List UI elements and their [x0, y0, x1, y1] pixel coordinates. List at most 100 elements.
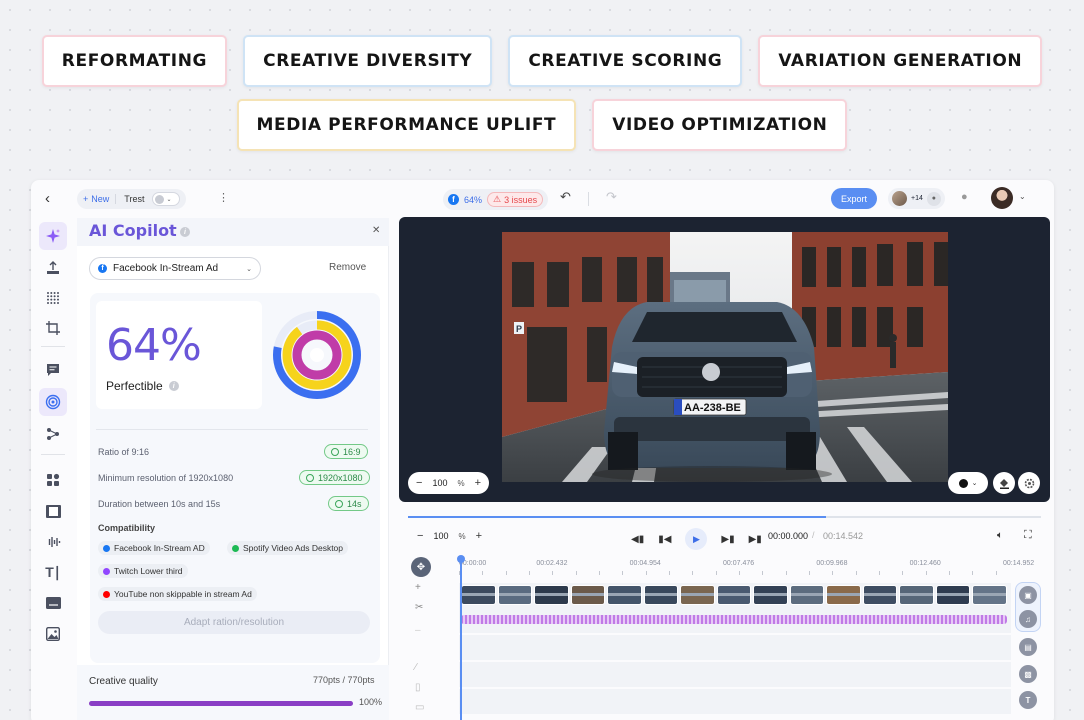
- move-icon[interactable]: ✥: [411, 557, 431, 577]
- issues-badge[interactable]: ⚠ 3 issues: [487, 192, 544, 207]
- music-lane-icon[interactable]: ♫: [1019, 610, 1037, 628]
- video-clip[interactable]: [716, 585, 752, 605]
- facebook-icon: [103, 544, 110, 552]
- text-track: [459, 689, 1011, 714]
- fullscreen-icon[interactable]: ⛶: [1024, 529, 1032, 542]
- quality-progress-fill: [89, 701, 353, 706]
- video-clip[interactable]: [607, 585, 642, 605]
- crop-icon[interactable]: [39, 314, 67, 342]
- add-icon[interactable]: +: [415, 582, 421, 593]
- user-avatar[interactable]: [991, 187, 1013, 209]
- adapt-resolution-button[interactable]: Adapt ration/resolution: [98, 611, 370, 634]
- check-circle-icon: [335, 499, 343, 508]
- video-clip[interactable]: [534, 585, 569, 605]
- info-icon[interactable]: i: [180, 227, 190, 237]
- video-clip[interactable]: [461, 585, 496, 605]
- more-menu-icon[interactable]: ⋮: [218, 191, 229, 204]
- remove-button[interactable]: Remove: [329, 262, 366, 273]
- video-clips[interactable]: [461, 585, 1007, 605]
- zoom-in-icon[interactable]: +: [476, 530, 482, 542]
- zoom-out-icon[interactable]: −: [417, 530, 423, 542]
- new-button[interactable]: + New: [83, 194, 117, 204]
- timeline-zoom-value[interactable]: 100: [433, 531, 448, 541]
- preview-zoom-unit: %: [457, 478, 465, 488]
- step-forward-icon[interactable]: ▶▮: [721, 534, 734, 545]
- video-clip[interactable]: [826, 585, 861, 605]
- video-clip[interactable]: [862, 585, 898, 605]
- playback-progress-bar[interactable]: [408, 516, 1041, 518]
- volume-icon[interactable]: 🔈︎: [997, 530, 1003, 541]
- video-clip[interactable]: [899, 585, 934, 605]
- audio-wave-icon[interactable]: [39, 528, 67, 556]
- video-clip[interactable]: [972, 585, 1007, 605]
- upload-icon[interactable]: [39, 254, 67, 282]
- split-icon[interactable]: –: [415, 625, 421, 636]
- format-select[interactable]: f Facebook In-Stream Ad ⌄: [89, 257, 261, 280]
- info-icon[interactable]: i: [168, 381, 179, 391]
- playhead-handle[interactable]: [457, 555, 465, 563]
- top-bar: ‹ + New Trest ⌄ ⋮ f 64% ⚠ 3 issues ↶ ↷ Exp…: [31, 180, 1054, 218]
- video-lane-icon[interactable]: ▣: [1019, 586, 1037, 604]
- grid-dots-icon[interactable]: [39, 284, 67, 312]
- video-clip[interactable]: [680, 585, 715, 605]
- magnet-icon[interactable]: ∕: [415, 662, 417, 673]
- lightbulb-icon[interactable]: ●: [961, 191, 968, 203]
- document-toggle[interactable]: ⌄: [152, 192, 181, 206]
- preview-zoom-value[interactable]: 100: [432, 478, 447, 488]
- background-color-picker[interactable]: ⌄: [948, 472, 988, 494]
- play-button[interactable]: ▶: [685, 528, 708, 550]
- video-clip[interactable]: [753, 585, 788, 605]
- score-status-pill[interactable]: f 64% ⚠ 3 issues: [443, 189, 549, 210]
- video-clip[interactable]: [643, 585, 679, 605]
- ruler-tick: [692, 571, 694, 575]
- subtitle-icon[interactable]: [39, 589, 67, 617]
- timeline-ruler[interactable]: 00:00:00 00:02.432 00:04.954 00:07.476 00:09…: [459, 560, 1039, 576]
- skip-end-icon[interactable]: ▶▮: [749, 534, 762, 545]
- sparkle-icon[interactable]: [39, 222, 67, 250]
- panel-header: AI Copilot i ✕: [77, 218, 389, 246]
- undo-icon[interactable]: ↶: [560, 189, 571, 205]
- image-icon[interactable]: [39, 620, 67, 648]
- film-icon[interactable]: [39, 497, 67, 525]
- paint-bucket-icon[interactable]: [993, 472, 1015, 494]
- video-clip[interactable]: [935, 585, 971, 605]
- playhead[interactable]: [460, 558, 462, 720]
- trash-icon[interactable]: ▭: [415, 702, 424, 713]
- twitch-icon: [103, 567, 110, 575]
- zoom-in-icon[interactable]: +: [475, 477, 481, 489]
- video-clip[interactable]: [570, 585, 606, 605]
- document-name[interactable]: Trest: [120, 194, 148, 204]
- text-lane-icon[interactable]: T: [1019, 691, 1037, 709]
- text-icon[interactable]: T∣: [39, 558, 67, 586]
- duplicate-icon[interactable]: ▯: [415, 682, 421, 693]
- time-current: 00:00.000: [768, 531, 809, 541]
- video-clip[interactable]: [789, 585, 825, 605]
- shapes-icon[interactable]: [39, 466, 67, 494]
- zoom-out-icon[interactable]: −: [416, 477, 422, 489]
- chevron-down-icon[interactable]: ⌄: [1019, 192, 1026, 201]
- audio-waveform[interactable]: [461, 615, 1007, 624]
- ruler-tick: [902, 571, 904, 575]
- target-icon[interactable]: [39, 388, 67, 416]
- video-clip[interactable]: [497, 585, 533, 605]
- redo-icon[interactable]: ↷: [606, 189, 617, 205]
- chip-variation-generation: VARIATION GENERATION: [758, 35, 1043, 87]
- lock-icon[interactable]: ●: [926, 191, 941, 206]
- scissors-icon[interactable]: ✂: [415, 602, 423, 613]
- image-lane-icon[interactable]: ▩: [1019, 665, 1037, 683]
- step-back-icon[interactable]: ▮◀: [658, 534, 671, 545]
- ruler-tick: [762, 571, 764, 575]
- svg-text:AA-238-BE: AA-238-BE: [684, 402, 741, 414]
- ruler-label: 00:07.476: [723, 560, 755, 567]
- preview-frame[interactable]: P AA-238-BE: [502, 232, 948, 482]
- settings-gear-icon[interactable]: [1018, 472, 1040, 494]
- close-icon[interactable]: ✕: [372, 225, 380, 236]
- export-button[interactable]: Export: [831, 188, 877, 209]
- nodes-icon[interactable]: [39, 420, 67, 448]
- comment-icon[interactable]: [39, 356, 67, 384]
- skip-start-icon[interactable]: ◀​▮: [631, 534, 644, 545]
- chevron-left-icon[interactable]: ‹: [45, 190, 50, 207]
- chip-creative-scoring: CREATIVE SCORING: [508, 35, 743, 87]
- subtitle-lane-icon[interactable]: ▤: [1019, 638, 1037, 656]
- collaborators[interactable]: +14 ●: [888, 188, 945, 209]
